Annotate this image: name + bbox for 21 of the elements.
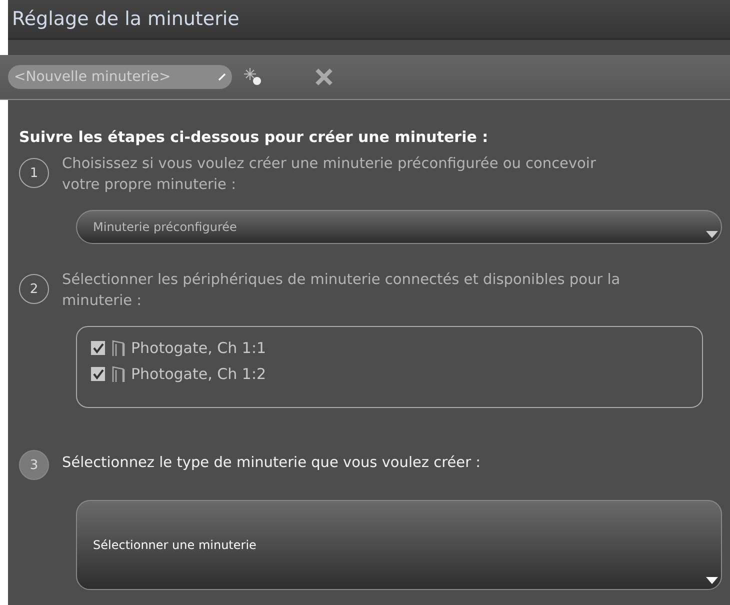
caret-icon [706, 577, 718, 585]
step-instruction: Sélectionner les périphériques de minuterie connectés et disponibles pour la minuterie : [62, 271, 622, 311]
device-label: Photogate, Ch 1:1 [131, 339, 266, 357]
step-number: 3 [19, 450, 49, 480]
sparkle-icon[interactable] [242, 67, 264, 87]
caret-icon [706, 231, 718, 239]
checkbox[interactable] [91, 367, 105, 381]
step-number: 1 [19, 158, 49, 188]
device-label: Photogate, Ch 1:2 [131, 365, 266, 383]
checkbox[interactable] [91, 341, 105, 355]
window-title: Réglage de la minuterie [12, 8, 240, 30]
photogate-icon [111, 339, 125, 357]
close-icon[interactable] [314, 67, 334, 87]
step-instruction: Sélectionnez le type de minuterie que vous voulez créer : [62, 454, 482, 473]
step-number: 2 [19, 274, 49, 304]
dropdown[interactable]: Sélectionner une minuterie [76, 500, 722, 590]
photogate-icon [111, 365, 125, 383]
pencil-icon [218, 73, 226, 81]
step-instruction: Choisissez si vous voulez créer une minuterie préconfigurée ou concevoir votre propre minuterie : [62, 155, 597, 195]
dropdown[interactable]: Minuterie préconfigurée [76, 210, 722, 244]
instructions-heading: Suivre les étapes ci-dessous pour créer une minuterie : [19, 128, 490, 146]
